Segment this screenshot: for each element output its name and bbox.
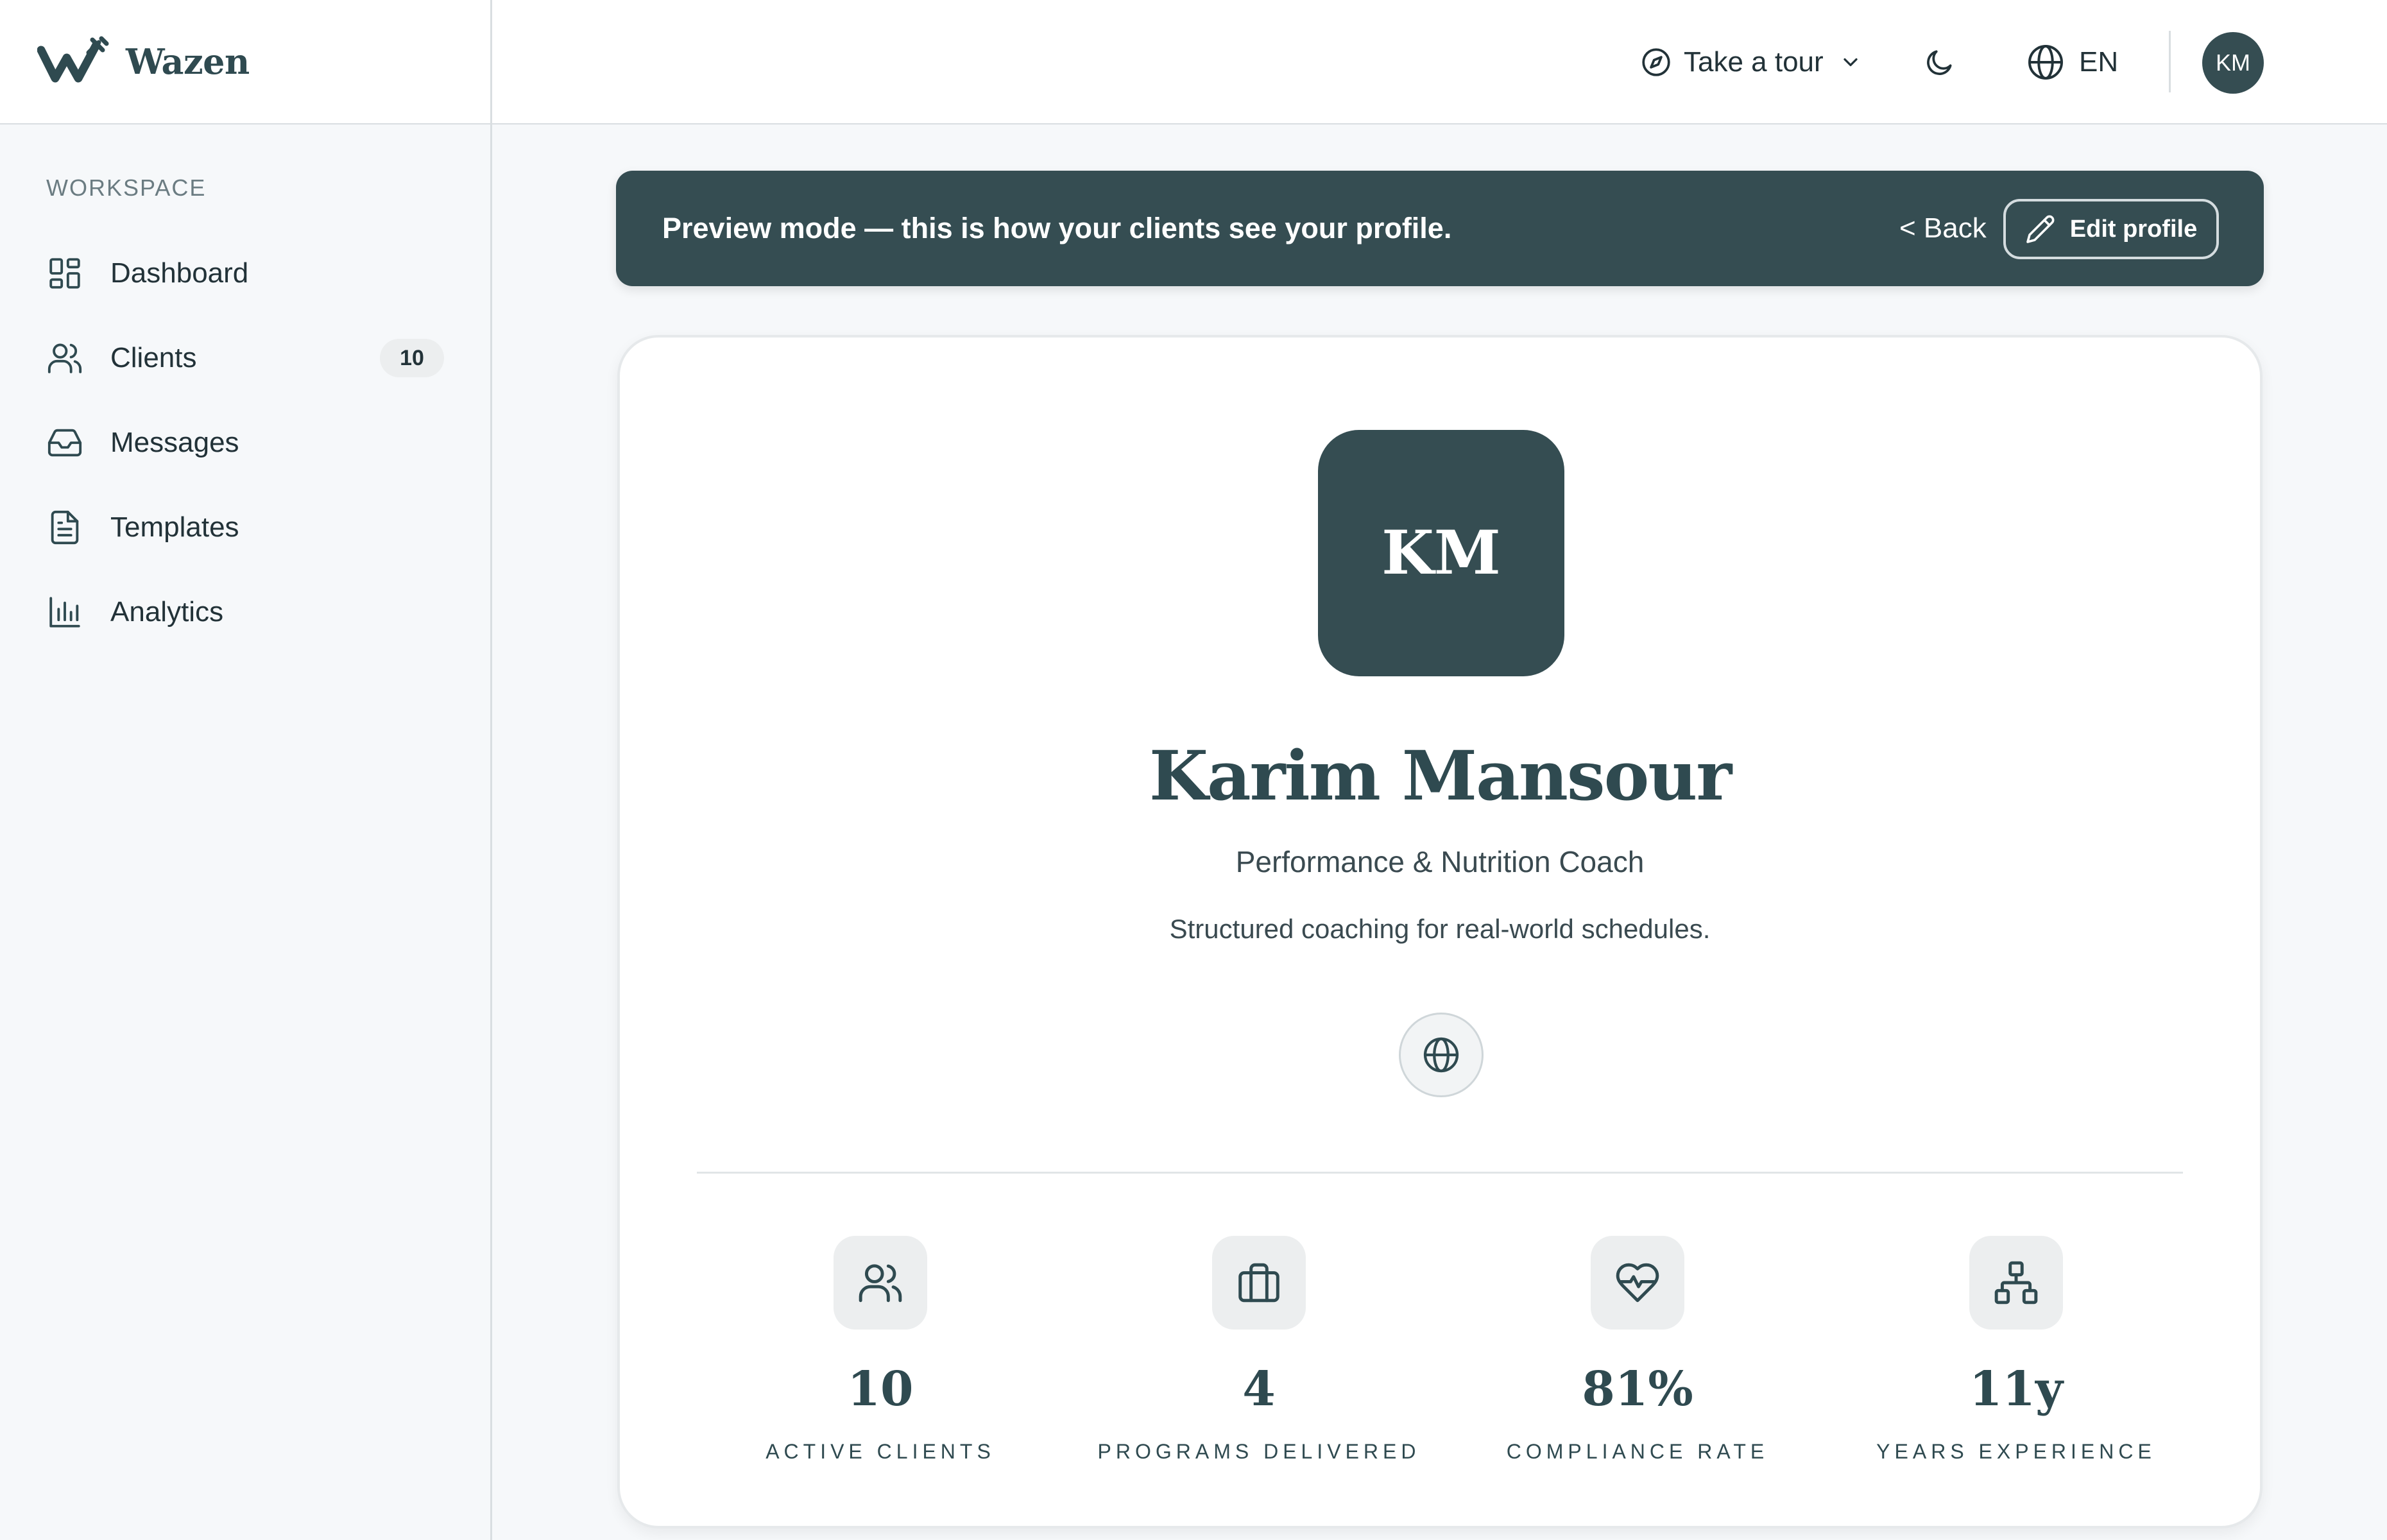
briefcase-icon [1238, 1263, 1279, 1303]
sidebar-item-analytics[interactable]: Analytics [30, 570, 453, 654]
sidebar-item-label: Templates [110, 511, 239, 543]
bar-chart-icon [49, 597, 80, 628]
edit-profile-button[interactable]: Edit profile [2003, 199, 2219, 259]
chevron-down-icon [1844, 58, 1858, 67]
back-button[interactable]: < Back [1899, 212, 1987, 244]
sidebar-item-clients[interactable]: Clients 10 [30, 316, 453, 400]
stat-icon-tile [1212, 1236, 1306, 1330]
profile-name: Karim Mansour [1149, 735, 1732, 816]
stat-value: 4 [1242, 1362, 1276, 1417]
brand[interactable]: Wazen [37, 36, 250, 87]
globe-icon [2028, 45, 2063, 80]
profile-initials-tile: KM [1318, 430, 1564, 676]
stat-value: 10 [847, 1362, 914, 1417]
profile-role: Performance & Nutrition Coach [1235, 845, 1645, 878]
top-bar: Wazen Take a tour EN KM [0, 0, 2387, 124]
header-divider [2169, 31, 2171, 92]
clients-count-badge: 10 [380, 339, 444, 377]
users-icon [859, 1264, 902, 1303]
sidebar-item-dashboard[interactable]: Dashboard [30, 231, 453, 316]
stat-label: YEARS EXPERIENCE [1876, 1440, 2156, 1463]
take-a-tour-label: Take a tour [1684, 46, 1824, 78]
stat-compliance-rate: 81% COMPLIANCE RATE [1458, 1236, 1817, 1480]
preview-mode-text: Preview mode — this is how your clients … [662, 212, 1452, 244]
language-label: EN [2079, 46, 2119, 78]
sidebar-nav: Dashboard Clients 10 Messages Templates … [30, 231, 453, 654]
heart-pulse-icon [1616, 1263, 1659, 1303]
stat-years-experience: 11y YEARS EXPERIENCE [1836, 1236, 2196, 1480]
sidebar-item-templates[interactable]: Templates [30, 485, 453, 570]
inbox-icon [47, 429, 82, 457]
compass-icon [1642, 48, 1670, 76]
user-avatar[interactable]: KM [2202, 32, 2264, 94]
users-icon [47, 343, 82, 373]
moon-icon [1927, 50, 1952, 75]
stat-icon-tile [1969, 1236, 2063, 1330]
stat-label: ACTIVE CLIENTS [766, 1440, 995, 1463]
globe-icon [1423, 1037, 1459, 1073]
stat-icon-tile [834, 1236, 927, 1330]
pencil-icon [2026, 215, 2055, 243]
profile-stats: 10 ACTIVE CLIENTS 4 PROGRAMS DELIVERED 8… [697, 1236, 2183, 1480]
edit-profile-label: Edit profile [2069, 215, 2198, 243]
wazen-logo-icon [37, 36, 109, 83]
sidebar-item-label: Dashboard [110, 257, 249, 289]
stat-value: 11y [1969, 1362, 2063, 1417]
stat-programs-delivered: 4 PROGRAMS DELIVERED [1079, 1236, 1439, 1480]
sidebar-item-label: Messages [110, 427, 239, 458]
sidebar-item-messages[interactable]: Messages [30, 400, 453, 485]
sidebar-item-label: Analytics [110, 596, 224, 628]
preview-mode-banner: Preview mode — this is how your clients … [616, 171, 2264, 286]
profile-tagline: Structured coaching for real-world sched… [1169, 914, 1711, 944]
sidebar-divider [490, 0, 492, 1540]
take-a-tour-button[interactable]: Take a tour [1640, 41, 1862, 83]
document-icon [51, 510, 79, 545]
dashboard-icon [49, 258, 80, 289]
card-divider [697, 1172, 2183, 1174]
org-chart-icon [1994, 1261, 2038, 1305]
brand-name: Wazen [126, 41, 250, 82]
website-link-button[interactable] [1399, 1013, 1484, 1097]
stat-active-clients: 10 ACTIVE CLIENTS [701, 1236, 1060, 1480]
profile-card: KM Karim Mansour Performance & Nutrition… [617, 335, 2263, 1528]
language-selector[interactable]: EN [2026, 41, 2118, 83]
stat-label: PROGRAMS DELIVERED [1097, 1440, 1421, 1463]
stat-icon-tile [1591, 1236, 1684, 1330]
sidebar-item-label: Clients [110, 342, 197, 373]
workspace-section-label: WORKSPACE [46, 175, 207, 201]
theme-toggle-button[interactable] [1919, 41, 1961, 83]
stat-value: 81% [1582, 1362, 1693, 1417]
stat-label: COMPLIANCE RATE [1506, 1440, 1769, 1463]
